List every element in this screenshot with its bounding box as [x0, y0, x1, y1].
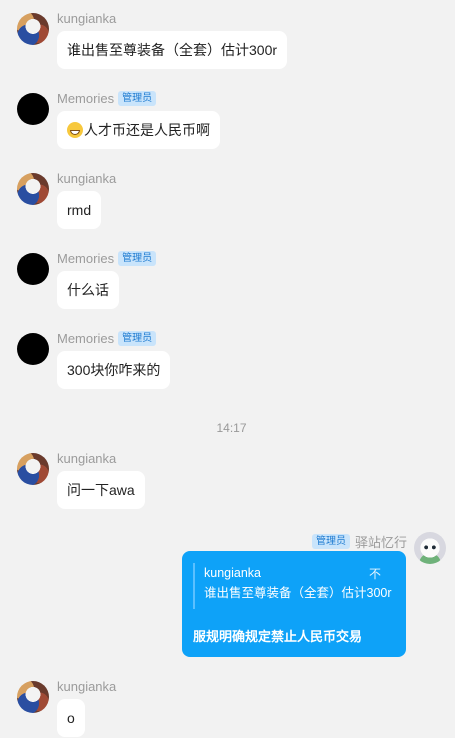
user-avatar[interactable] — [17, 13, 49, 45]
quote-sender: kungianka — [204, 566, 261, 580]
sender-name: kungianka — [57, 11, 117, 26]
message-bubble[interactable]: 人才币还是人民币啊 — [57, 111, 220, 149]
user-avatar[interactable] — [17, 93, 49, 125]
reply-message-bubble[interactable]: kungianka 谁出售至尊装备（全套）估计300r 不 服规明确规定禁止人民… — [182, 551, 406, 657]
message-bubble[interactable]: 300块你咋来的 — [57, 351, 171, 389]
message-bubble[interactable]: o — [57, 699, 85, 737]
user-avatar[interactable] — [17, 333, 49, 365]
admin-badge: 管理员 — [118, 251, 157, 266]
sender-name: kungianka — [57, 451, 117, 466]
admin-badge: 管理员 — [311, 534, 350, 549]
quoted-message[interactable]: kungianka 谁出售至尊装备（全套）估计300r 不 — [193, 563, 393, 609]
self-sender-name: 管理员 驿站忆行 — [311, 532, 407, 551]
self-avatar[interactable] — [414, 532, 446, 564]
user-avatar[interactable] — [17, 453, 49, 485]
admin-badge: 管理员 — [118, 91, 157, 106]
message-bubble[interactable]: 问一下awa — [57, 471, 145, 509]
user-avatar[interactable] — [17, 681, 49, 713]
user-avatar[interactable] — [17, 253, 49, 285]
quote-text: 谁出售至尊装备（全套）估计300r — [204, 586, 392, 600]
sender-name: Memories 管理员 — [57, 331, 157, 346]
message-bubble[interactable]: 谁出售至尊装备（全套）估计300r — [57, 31, 288, 69]
message-bubble[interactable]: rmd — [57, 191, 102, 229]
sender-name: Memories 管理员 — [57, 251, 157, 266]
sender-name: Memories 管理员 — [57, 91, 157, 106]
timestamp: 14:17 — [216, 421, 247, 435]
message-bubble[interactable]: 什么话 — [57, 271, 119, 309]
admin-badge: 管理员 — [118, 331, 157, 346]
sender-name: kungianka — [57, 171, 117, 186]
quote-glyph-icon: 不 — [368, 567, 381, 581]
sender-name: kungianka — [57, 679, 117, 694]
user-avatar[interactable] — [17, 173, 49, 205]
grinning-face-icon — [67, 122, 83, 138]
reply-text: 服规明确规定禁止人民币交易 — [193, 629, 363, 644]
